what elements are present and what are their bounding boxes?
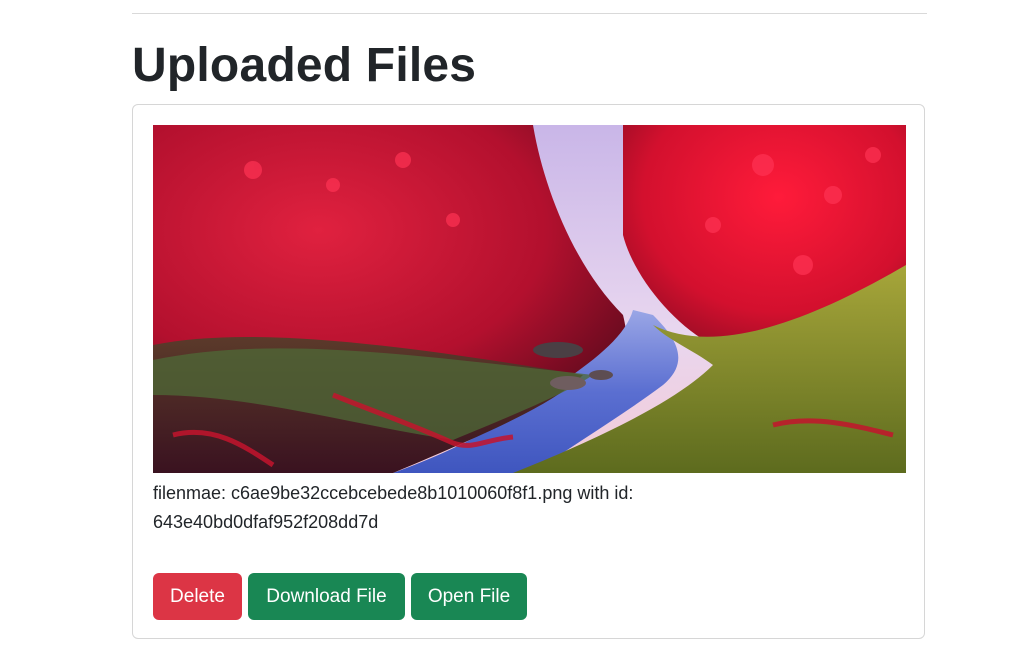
open-file-button[interactable]: Open File	[411, 573, 527, 620]
file-id-text: 643e40bd0dfaf952f208dd7d	[153, 512, 379, 532]
top-divider	[132, 13, 927, 14]
file-actions: Delete Download File Open File	[153, 573, 527, 620]
file-card: filenmae: c6ae9be32ccebcebede8b1010060f8…	[132, 104, 925, 639]
uploaded-image	[153, 125, 906, 473]
filename-text: filenmae: c6ae9be32ccebcebede8b1010060f8…	[153, 483, 634, 503]
file-image-preview	[153, 125, 906, 473]
file-info: filenmae: c6ae9be32ccebcebede8b1010060f8…	[153, 479, 853, 537]
download-file-button[interactable]: Download File	[248, 573, 405, 620]
delete-button[interactable]: Delete	[153, 573, 242, 620]
page: Uploaded Files filenmae: c6ae9be32ccebce…	[0, 0, 1035, 670]
page-title: Uploaded Files	[132, 39, 477, 92]
